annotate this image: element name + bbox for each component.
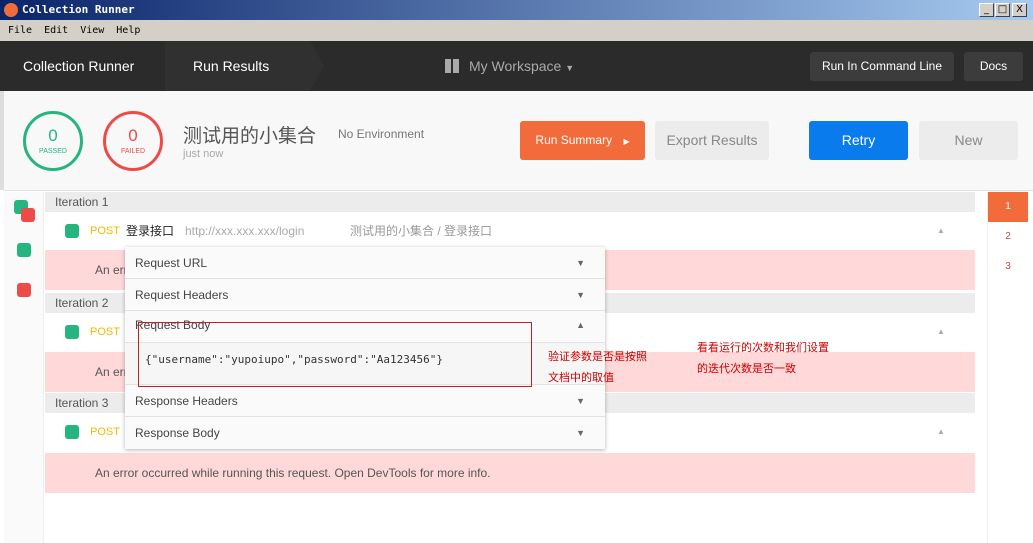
run-summary-button[interactable]: Run Summary ▶ [520,121,645,160]
annotation-note: 看看运行的次数和我们设置 的迭代次数是否一致 [697,342,829,375]
collapse-icon[interactable]: ▲ [937,212,945,250]
iteration-nav-1[interactable]: 1 [988,192,1028,222]
annotation-note: 验证参数是否是按照 文档中的取值 [548,351,647,384]
menu-bar: File Edit View Help [0,20,1033,41]
collapse-icon[interactable]: ▲ [937,413,945,451]
chevron-down-icon: ▼ [576,258,585,268]
breadcrumb-separator [310,41,324,91]
iteration-nav-3[interactable]: 3 [988,252,1028,282]
passed-count-badge: 0 PASSED [23,111,83,171]
method-label: POST [90,225,120,237]
pass-status-icon [65,425,79,439]
window-title-bar: Collection Runner [0,0,1033,20]
menu-file[interactable]: File [8,25,32,36]
chevron-down-icon: ▼ [576,396,585,406]
app-icon [4,3,18,17]
annotation-highlight-box [138,322,532,387]
export-results-button[interactable]: Export Results [655,121,769,160]
method-label: POST [90,426,120,438]
run-time: just now [183,148,224,160]
app-header: Collection Runner Run Results My Workspa… [0,41,1033,91]
fail-status-icon[interactable] [21,208,35,222]
chevron-down-icon: ▼ [576,428,585,438]
window-title: Collection Runner [22,3,135,16]
run-in-command-line-button[interactable]: Run In Command Line [810,52,954,81]
docs-button[interactable]: Docs [964,52,1023,81]
error-message: An error occurred while running this req… [45,453,975,493]
grid-icon [445,59,459,73]
request-name: 登录接口 [126,224,175,238]
chevron-down-icon: ▼ [565,63,575,73]
retry-button[interactable]: Retry [809,121,908,160]
fail-status-icon[interactable] [17,283,31,297]
request-url: http://xxx.xxx.xxx/login [185,224,305,238]
tab-run-results[interactable]: Run Results [193,41,269,91]
workspace-switcher[interactable]: My Workspace ▼ [445,41,574,91]
menu-edit[interactable]: Edit [44,25,68,36]
tab-collection-runner[interactable]: Collection Runner [23,41,134,91]
iteration-header: Iteration 1 [45,192,975,212]
close-button[interactable]: X [1012,3,1027,17]
iteration-nav-2[interactable]: 2 [988,222,1028,252]
method-label: POST [90,326,120,338]
minimize-button[interactable]: _ [979,3,994,17]
request-row[interactable]: POST 登录接口 http://xxx.xxx.xxx/login 测试用的小… [45,212,975,250]
pass-status-icon[interactable] [17,243,31,257]
new-button[interactable]: New [919,121,1018,160]
maximize-button[interactable]: □ [995,3,1010,17]
collapse-icon[interactable]: ▲ [937,313,945,351]
caret-right-icon: ▶ [623,137,630,146]
menu-view[interactable]: View [80,25,104,36]
response-headers-section[interactable]: Response Headers ▼ [125,385,605,417]
failed-count-badge: 0 FAILED [103,111,163,171]
request-path: 测试用的小集合 / 登录接口 [350,224,493,238]
chevron-up-icon: ▲ [576,320,585,330]
chevron-down-icon: ▼ [576,290,585,300]
response-body-section[interactable]: Response Body ▼ [125,417,605,449]
environment-label: No Environment [338,127,425,141]
request-headers-section[interactable]: Request Headers ▼ [125,279,605,311]
pass-status-icon [65,325,79,339]
menu-help[interactable]: Help [116,25,140,36]
request-url-section[interactable]: Request URL ▼ [125,247,605,279]
collection-name: 测试用的小集合 [183,126,317,147]
workspace-label: My Workspace [469,58,562,74]
pass-status-icon [65,224,79,238]
